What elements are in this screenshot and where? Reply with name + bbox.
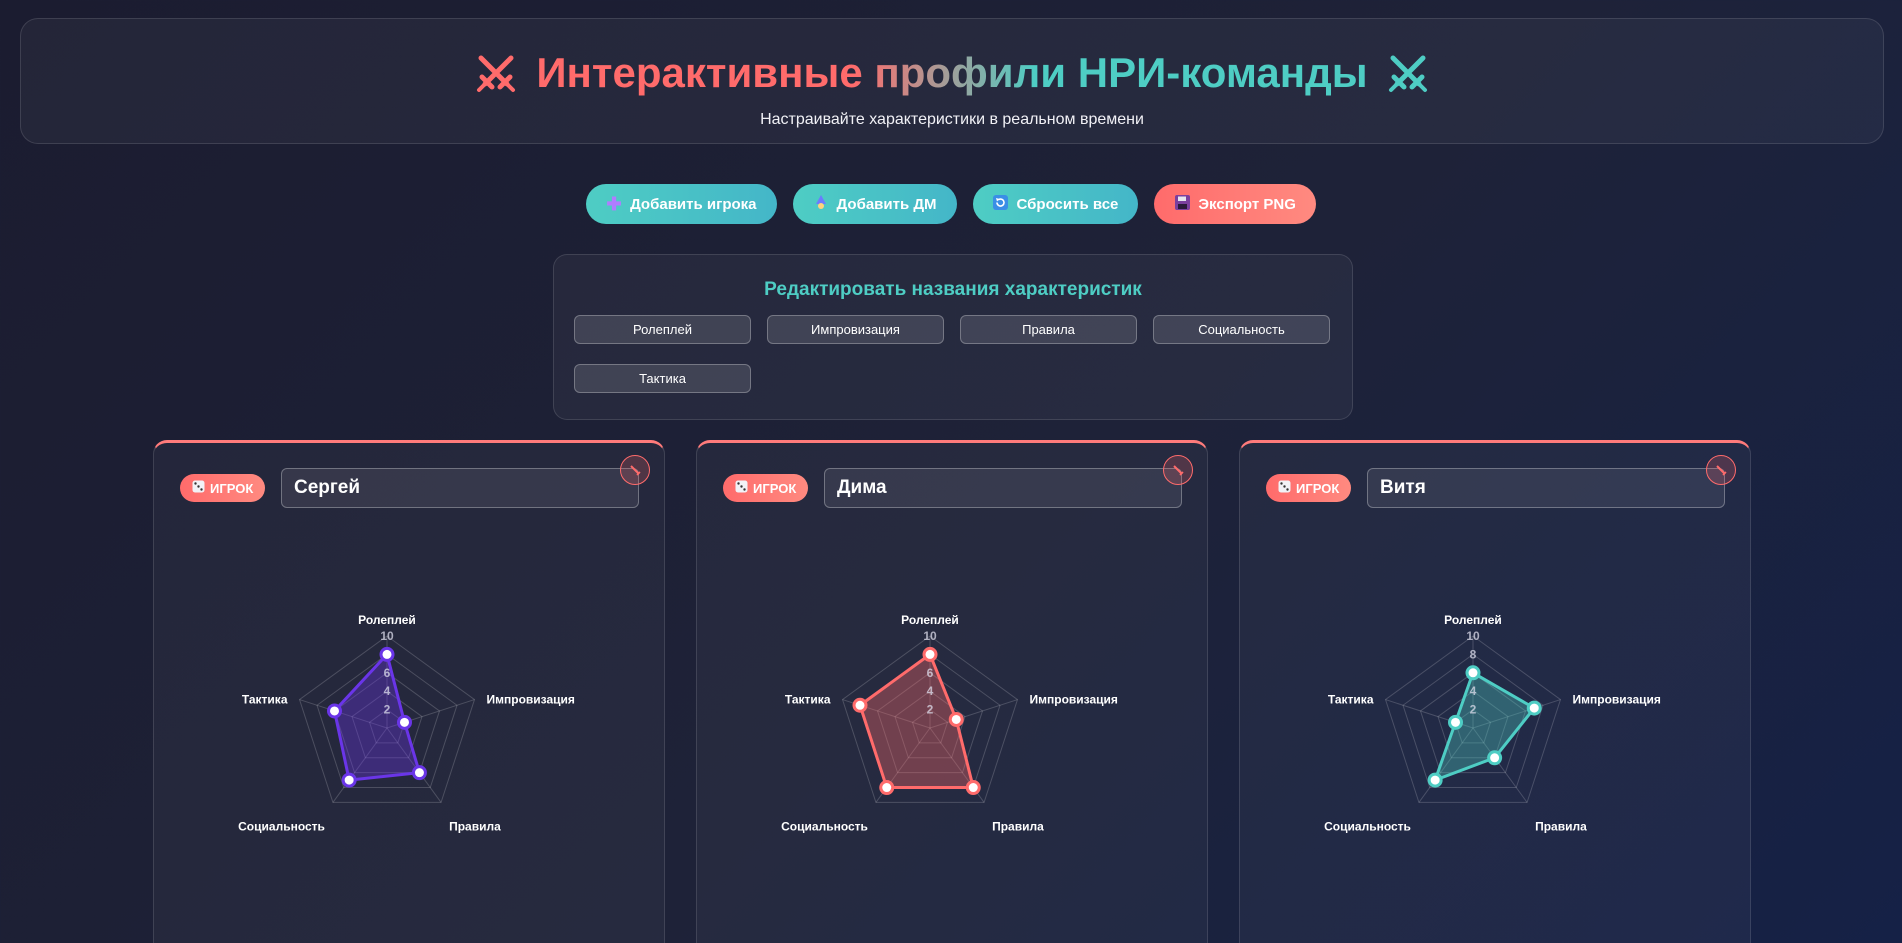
player-name-input[interactable] [281,468,639,508]
radar-tick-label: 6 [927,666,934,680]
player-name-input[interactable] [1367,468,1725,508]
radar-tick-label: 2 [1470,703,1477,717]
player-card: ИГРОК 246810РолеплейИмпровизацияПравилаС… [696,440,1208,943]
sword-icon [1173,465,1184,476]
radar-data-point [341,772,357,788]
radar-tick-label: 4 [384,684,391,698]
radar-axis-label: Тактика [242,693,288,707]
stat-name-input[interactable] [574,364,751,393]
export-png-label: Экспорт PNG [1198,195,1296,213]
radar-data-point [922,646,938,662]
radar-axis-label: Социальность [781,819,868,833]
sword-icon [630,465,641,476]
remove-card-button[interactable] [620,455,650,485]
radar-tick-label: 6 [384,666,391,680]
radar-data-point [1427,772,1443,788]
sword-icon [1716,465,1727,476]
radar-data-point [1487,750,1503,766]
remove-card-button[interactable] [1706,455,1736,485]
radar-axis-label: Правила [449,819,501,833]
radar-axis-label: Тактика [1328,693,1374,707]
radar-axis-label: Социальность [1324,819,1411,833]
radar-data-point [1465,665,1481,681]
stat-name-input[interactable] [574,315,751,344]
add-player-button[interactable]: ✚ Добавить игрока [586,184,777,224]
role-label: ИГРОК [753,480,797,496]
page-subtitle: Настраивайте характеристики в реальном в… [760,111,1144,128]
radar-tick-label: 4 [927,684,934,698]
plus-icon: ✚ [606,193,622,214]
radar-chart: 246810РолеплейИмпровизацияПравилаСоциаль… [781,613,1118,833]
role-badge: ИГРОК [723,474,809,502]
radar-data-point [1526,700,1542,716]
radar-axis-label: Тактика [785,693,831,707]
radar-tick-label: 2 [927,703,934,717]
mage-icon [813,194,829,214]
player-card: ИГРОК 246810РолеплейИмпровизацияПравилаС… [1239,440,1751,943]
page-title: Интерактивные профили НРИ-команды [536,45,1367,101]
crossed-swords-icon [477,55,516,92]
radar-axis-label: Ролеплей [901,613,959,627]
reset-all-button[interactable]: Сбросить все [972,184,1139,224]
stat-name-input[interactable] [767,315,944,344]
radar-data-point [1448,714,1464,730]
radar-axis-label: Импровизация [486,693,574,707]
radar-axis-label: Ролеплей [1444,613,1502,627]
radar-tick-label: 2 [384,703,391,717]
role-badge: ИГРОК [180,474,266,502]
radar-data-point [879,780,895,796]
add-player-label: Добавить игрока [630,195,757,213]
refresh-icon [993,195,1009,213]
radar-tick-label: 10 [380,629,394,643]
radar-tick-label: 10 [923,629,937,643]
radar-axis-label: Правила [1535,819,1587,833]
radar-chart: 246810РолеплейИмпровизацияПравилаСоциаль… [1324,613,1661,833]
radar-data-point [379,646,395,662]
reset-all-label: Сбросить все [1016,195,1119,213]
radar-data-point [327,703,343,719]
player-name-input[interactable] [824,468,1182,508]
header-panel: Интерактивные профили НРИ-команды Настра… [20,18,1884,144]
role-label: ИГРОК [210,480,254,496]
title-row: Интерактивные профили НРИ-команды [21,45,1883,101]
radar-axis-label: Импровизация [1572,693,1660,707]
radar-data-point [948,711,964,727]
role-label: ИГРОК [1296,480,1340,496]
radar-tick-label: 4 [1470,684,1477,698]
stat-names-title: Редактировать названия характеристик [764,279,1142,300]
stat-names-editor: Редактировать названия характеристик [553,254,1353,420]
radar-chart: 246810РолеплейИмпровизацияПравилаСоциаль… [238,613,575,833]
stat-name-input[interactable] [960,315,1137,344]
floppy-disk-icon [1174,195,1190,213]
toolbar: ✚ Добавить игрока Добавить ДМ Сбросить в… [0,184,1902,224]
dice-icon [1278,480,1291,496]
remove-card-button[interactable] [1163,455,1193,485]
export-png-button[interactable]: Экспорт PNG [1154,184,1316,224]
player-card: ИГРОК 246810РолеплейИмпровизацияПравилаС… [153,440,665,943]
stat-names-grid [574,315,1332,393]
add-dm-button[interactable]: Добавить ДМ [792,184,957,224]
radar-axis-label: Импровизация [1029,693,1117,707]
radar-tick-label: 8 [1470,647,1477,661]
add-dm-label: Добавить ДМ [836,195,937,213]
radar-axis-label: Правила [992,819,1044,833]
radar-data-point [396,714,412,730]
radar-data-point [852,697,868,713]
radar-axis-label: Социальность [238,819,325,833]
radar-tick-label: 10 [1466,629,1480,643]
role-badge: ИГРОК [1266,474,1352,502]
radar-data-point [411,765,427,781]
radar-axis-label: Ролеплей [358,613,416,627]
dice-icon [735,480,748,496]
dice-icon [192,480,205,496]
crossed-swords-icon [1388,55,1427,92]
radar-data-point [965,780,981,796]
stat-name-input[interactable] [1153,315,1330,344]
